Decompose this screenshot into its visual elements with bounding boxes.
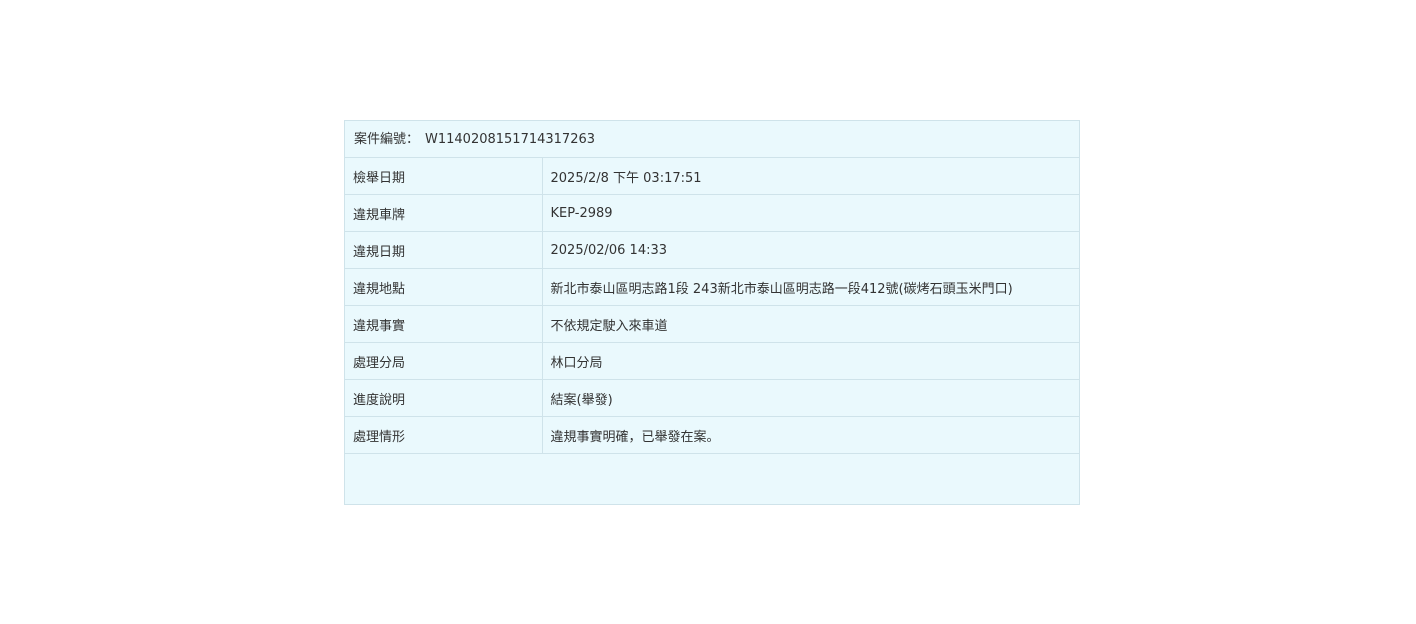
- handling-result-row: 處理情形 違規事實明確，已舉發在案。: [345, 416, 1079, 454]
- violation-location-label: 違規地點: [345, 268, 543, 306]
- license-plate-label: 違規車牌: [345, 194, 543, 232]
- case-details-table: 檢舉日期 2025/2/8 下午 03:17:51 違規車牌 KEP-2989 …: [345, 158, 1079, 454]
- report-date-value: 2025/2/8 下午 03:17:51: [542, 158, 1079, 195]
- report-date-label: 檢舉日期: [345, 158, 543, 195]
- violation-date-value: 2025/02/06 14:33: [542, 231, 1079, 269]
- handling-branch-label: 處理分局: [345, 342, 543, 380]
- violation-fact-value: 不依規定駛入來車道: [542, 305, 1079, 343]
- handling-result-label: 處理情形: [345, 416, 543, 454]
- license-plate-row: 違規車牌 KEP-2989: [345, 194, 1079, 232]
- progress-status-label: 進度說明: [345, 379, 543, 417]
- case-number-header: 案件編號： W1140208151714317263: [345, 121, 1079, 158]
- handling-branch-row: 處理分局 林口分局: [345, 342, 1079, 380]
- violation-date-label: 違規日期: [345, 231, 543, 269]
- progress-status-value: 結案(舉發): [542, 379, 1079, 417]
- violation-fact-row: 違規事實 不依規定駛入來車道: [345, 305, 1079, 343]
- violation-location-value: 新北市泰山區明志路1段 243新北市泰山區明志路一段412號(碳烤石頭玉米門口): [542, 268, 1079, 306]
- violation-date-row: 違規日期 2025/02/06 14:33: [345, 231, 1079, 269]
- license-plate-value: KEP-2989: [542, 194, 1079, 232]
- progress-status-row: 進度說明 結案(舉發): [345, 379, 1079, 417]
- case-detail-panel: 案件編號： W1140208151714317263 檢舉日期 2025/2/8 …: [344, 120, 1080, 505]
- case-number-value: W1140208151714317263: [425, 132, 596, 147]
- violation-location-row: 違規地點 新北市泰山區明志路1段 243新北市泰山區明志路一段412號(碳烤石頭…: [345, 268, 1079, 306]
- case-number-label: 案件編號：: [354, 132, 420, 147]
- handling-result-value: 違規事實明確，已舉發在案。: [542, 416, 1079, 454]
- violation-fact-label: 違規事實: [345, 305, 543, 343]
- report-date-row: 檢舉日期 2025/2/8 下午 03:17:51: [345, 158, 1079, 195]
- panel-footer: [345, 454, 1079, 504]
- handling-branch-value: 林口分局: [542, 342, 1079, 380]
